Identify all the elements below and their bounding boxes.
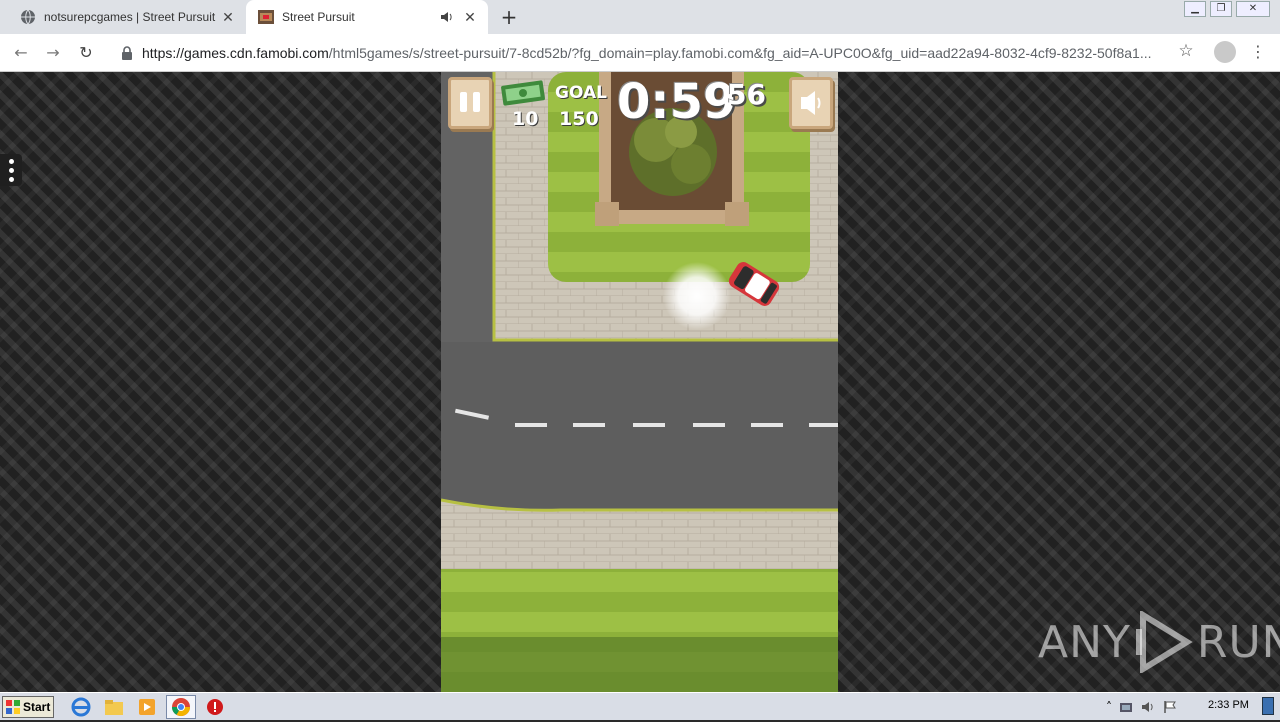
windows-logo-icon <box>6 700 20 714</box>
page-viewport: 10 GOAL 150 0:59 56 ANY RUN <box>0 72 1280 692</box>
tab-title: Street Pursuit <box>282 10 355 24</box>
tab-title: notsurepcgames | Street Pursuit <box>44 10 216 24</box>
chrome-icon <box>172 698 190 717</box>
file-explorer-icon[interactable] <box>103 697 125 717</box>
game-canvas[interactable]: 10 GOAL 150 0:59 56 <box>441 72 838 692</box>
goal-label: GOAL <box>555 83 607 103</box>
watermark-left: ANY <box>1038 616 1131 668</box>
network-icon[interactable] <box>1118 699 1134 715</box>
close-tab-icon[interactable]: ✕ <box>218 7 238 27</box>
timer-fraction: 56 <box>727 78 766 111</box>
speaker-icon[interactable] <box>440 10 454 24</box>
side-menu-icon[interactable] <box>0 154 22 186</box>
lock-icon <box>122 46 132 60</box>
target-glow <box>663 262 731 330</box>
address-bar[interactable]: https://games.cdn.famobi.com/html5games/… <box>110 38 1202 68</box>
show-hidden-icons-icon[interactable]: ˄ <box>1106 700 1112 714</box>
anyrun-watermark: ANY RUN <box>1038 607 1280 677</box>
reload-icon[interactable]: ↻ <box>75 42 97 64</box>
minimize-icon[interactable]: ▁ <box>1184 1 1206 17</box>
chrome-taskbar-button[interactable] <box>166 695 196 719</box>
money-value: 10 <box>512 108 539 130</box>
pause-button[interactable] <box>448 77 492 129</box>
forward-arrow-icon[interactable]: → <box>42 42 64 64</box>
pause-icon <box>460 92 480 112</box>
url-text: https://games.cdn.famobi.com/html5games/… <box>142 45 1162 61</box>
close-tab-icon[interactable]: ✕ <box>460 7 480 27</box>
close-window-icon[interactable]: ✕ <box>1236 1 1270 17</box>
browser-toolbar: ← → ↻ https://games.cdn.famobi.com/html5… <box>0 34 1280 72</box>
tab-notsurepcgames[interactable]: notsurepcgames | Street Pursuit ✕ <box>8 0 246 34</box>
volume-icon[interactable] <box>1140 699 1156 715</box>
goal-value: 150 <box>559 108 599 130</box>
bookmark-star-icon[interactable]: ☆ <box>1176 41 1196 61</box>
show-desktop-button[interactable] <box>1262 697 1274 715</box>
game-favicon-icon <box>258 10 274 24</box>
tab-strip: notsurepcgames | Street Pursuit ✕ Street… <box>0 0 1280 34</box>
start-button[interactable]: Start <box>2 696 54 718</box>
internet-explorer-icon[interactable] <box>70 697 92 717</box>
new-tab-button[interactable]: + <box>498 6 520 28</box>
timer-main: 0:59 <box>617 74 737 130</box>
system-tray: ˄ <box>1106 697 1178 717</box>
taskbar: Start ˄ 2:33 PM <box>0 692 1280 720</box>
tab-street-pursuit[interactable]: Street Pursuit ✕ <box>246 0 488 34</box>
flag-icon[interactable] <box>1162 699 1178 715</box>
stop-icon[interactable] <box>204 697 226 717</box>
globe-icon <box>21 9 35 25</box>
sound-button[interactable] <box>789 77 833 129</box>
speaker-icon <box>801 91 821 115</box>
profile-avatar-icon[interactable] <box>1214 41 1236 63</box>
cash-icon <box>501 80 545 106</box>
media-player-icon[interactable] <box>136 697 158 717</box>
back-arrow-icon[interactable]: ← <box>10 42 32 64</box>
watermark-right: RUN <box>1196 616 1280 668</box>
game-scene <box>441 72 838 692</box>
clock[interactable]: 2:33 PM <box>1208 699 1249 711</box>
more-menu-icon[interactable]: ⋮ <box>1250 41 1266 63</box>
play-logo-icon <box>1135 611 1193 673</box>
restore-icon[interactable]: ❐ <box>1210 1 1232 17</box>
url-host: https://games.cdn.famobi.com <box>142 45 329 61</box>
url-path: /html5games/s/street-pursuit/7-8cd52b/?f… <box>328 45 1152 61</box>
start-label: Start <box>23 700 51 714</box>
